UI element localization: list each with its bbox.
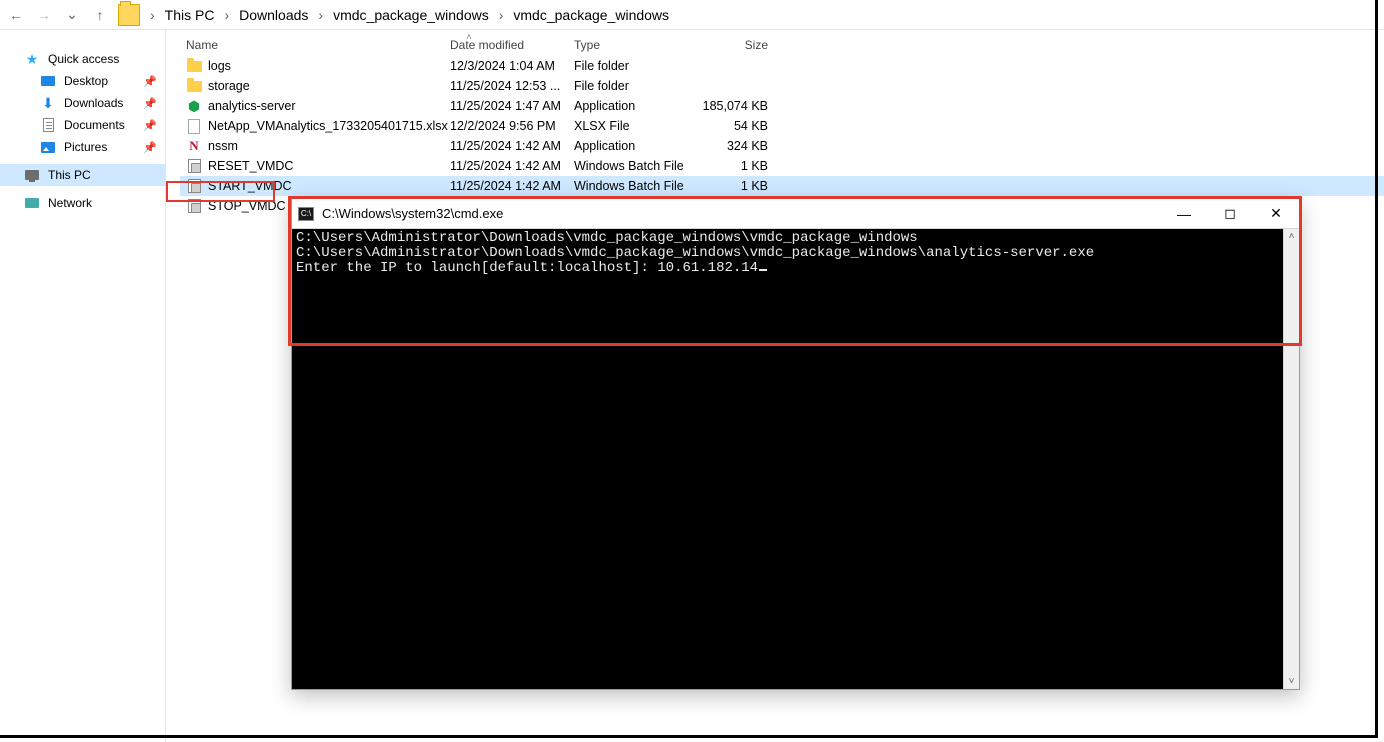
file-row[interactable]: NetApp_VMAnalytics_1733205401715.xlsx12/… — [180, 116, 1384, 136]
file-name: logs — [208, 59, 231, 73]
nav-label: Pictures — [64, 140, 107, 154]
nav-desktop[interactable]: Desktop 📌 — [0, 70, 165, 92]
breadcrumb-segment[interactable]: Downloads — [239, 7, 308, 23]
pin-icon: 📌 — [143, 141, 157, 154]
file-date: 11/25/2024 1:42 AM — [450, 159, 574, 173]
star-icon: ★ — [24, 51, 40, 67]
file-size: 1 KB — [694, 179, 768, 193]
nav-label: Quick access — [48, 52, 119, 66]
file-type: File folder — [574, 59, 694, 73]
breadcrumb-segment[interactable]: vmdc_package_windows — [333, 7, 489, 23]
breadcrumb-segment[interactable]: This PC — [165, 7, 215, 23]
file-type: Windows Batch File — [574, 179, 694, 193]
file-name: START_VMDC — [208, 179, 292, 193]
chevron-right-icon: › — [316, 7, 325, 23]
file-type: File folder — [574, 79, 694, 93]
chevron-right-icon: › — [497, 7, 506, 23]
downloads-icon: ⬇ — [40, 95, 56, 111]
file-date: 11/25/2024 1:42 AM — [450, 179, 574, 193]
nav-network[interactable]: Network — [0, 192, 165, 214]
nav-documents[interactable]: Documents 📌 — [0, 114, 165, 136]
minimize-button[interactable]: — — [1161, 199, 1207, 229]
scroll-down-icon[interactable]: ˅ — [1289, 674, 1295, 689]
scroll-up-icon[interactable]: ˄ — [1289, 229, 1295, 244]
folder-icon — [118, 4, 140, 26]
close-button[interactable]: ✕ — [1253, 199, 1299, 229]
cmd-line: C:\Users\Administrator\Downloads\vmdc_pa… — [296, 230, 918, 246]
file-name: nssm — [208, 139, 238, 153]
file-name: NetApp_VMAnalytics_1733205401715.xlsx — [208, 119, 448, 133]
pin-icon: 📌 — [143, 119, 157, 132]
pictures-icon — [40, 139, 56, 155]
column-header-type[interactable]: Type — [574, 38, 694, 52]
file-size: 54 KB — [694, 119, 768, 133]
file-size: 324 KB — [694, 139, 768, 153]
navigation-pane: ★ Quick access Desktop 📌 ⬇ Downloads 📌 D… — [0, 30, 166, 742]
cmd-titlebar[interactable]: C:\ C:\Windows\system32\cmd.exe — ◻ ✕ — [292, 199, 1299, 229]
file-row[interactable]: ⬢analytics-server11/25/2024 1:47 AMAppli… — [180, 96, 1384, 116]
file-type: Application — [574, 139, 694, 153]
column-header-size[interactable]: Size — [694, 38, 768, 52]
nav-label: Desktop — [64, 74, 108, 88]
file-type: XLSX File — [574, 119, 694, 133]
nav-label: Network — [48, 196, 92, 210]
file-row[interactable]: logs 12/3/2024 1:04 AMFile folder — [180, 56, 1384, 76]
file-row[interactable]: storage 11/25/2024 12:53 ...File folder — [180, 76, 1384, 96]
cmd-line: Enter the IP to launch[default:localhost… — [296, 260, 767, 276]
file-row[interactable]: Nnssm11/25/2024 1:42 AMApplication324 KB — [180, 136, 1384, 156]
column-headers: Name Date modified Type Size — [180, 30, 1384, 56]
nav-this-pc[interactable]: This PC — [0, 164, 165, 186]
network-icon — [24, 195, 40, 211]
chevron-right-icon: › — [148, 7, 157, 23]
file-date: 11/25/2024 12:53 ... — [450, 79, 574, 93]
file-name: STOP_VMDC — [208, 199, 286, 213]
pc-icon — [24, 167, 40, 183]
file-date: 11/25/2024 1:47 AM — [450, 99, 574, 113]
sort-indicator-icon: ˄ — [466, 32, 472, 43]
file-date: 12/2/2024 9:56 PM — [450, 119, 574, 133]
file-date: 11/25/2024 1:42 AM — [450, 139, 574, 153]
maximize-button[interactable]: ◻ — [1207, 199, 1253, 229]
column-header-name[interactable]: Name — [180, 38, 450, 52]
cmd-icon: C:\ — [298, 207, 314, 221]
chevron-right-icon: › — [222, 7, 231, 23]
file-name: RESET_VMDC — [208, 159, 293, 173]
up-button[interactable]: ↑ — [90, 5, 110, 25]
nav-label: Downloads — [64, 96, 123, 110]
file-date: 12/3/2024 1:04 AM — [450, 59, 574, 73]
cmd-window: C:\ C:\Windows\system32\cmd.exe — ◻ ✕ C:… — [291, 198, 1300, 690]
file-name: analytics-server — [208, 99, 296, 113]
nav-label: Documents — [64, 118, 125, 132]
documents-icon — [40, 117, 56, 133]
address-bar: ← → ⌄ ↑ › This PC › Downloads › vmdc_pac… — [0, 0, 1384, 30]
pin-icon: 📌 — [143, 97, 157, 110]
forward-button[interactable]: → — [34, 5, 54, 25]
cursor-icon — [759, 269, 767, 271]
desktop-icon — [40, 73, 56, 89]
pin-icon: 📌 — [143, 75, 157, 88]
nav-pictures[interactable]: Pictures 📌 — [0, 136, 165, 158]
file-size: 185,074 KB — [694, 99, 768, 113]
back-button[interactable]: ← — [6, 5, 26, 25]
nav-downloads[interactable]: ⬇ Downloads 📌 — [0, 92, 165, 114]
file-row[interactable]: RESET_VMDC 11/25/2024 1:42 AMWindows Batc… — [180, 156, 1384, 176]
cmd-line: C:\Users\Administrator\Downloads\vmdc_pa… — [296, 245, 1094, 261]
file-name: storage — [208, 79, 250, 93]
breadcrumb-segment[interactable]: vmdc_package_windows — [513, 7, 669, 23]
file-type: Windows Batch File — [574, 159, 694, 173]
cmd-output[interactable]: C:\Users\Administrator\Downloads\vmdc_pa… — [292, 229, 1283, 689]
file-row[interactable]: START_VMDC 11/25/2024 1:42 AMWindows Batc… — [180, 176, 1384, 196]
recent-locations-button[interactable]: ⌄ — [62, 5, 82, 25]
cmd-scrollbar[interactable]: ˄ ˅ — [1283, 229, 1299, 689]
cmd-title: C:\Windows\system32\cmd.exe — [322, 206, 503, 221]
file-size: 1 KB — [694, 159, 768, 173]
nav-label: This PC — [48, 168, 91, 182]
nav-quick-access[interactable]: ★ Quick access — [0, 48, 165, 70]
file-type: Application — [574, 99, 694, 113]
